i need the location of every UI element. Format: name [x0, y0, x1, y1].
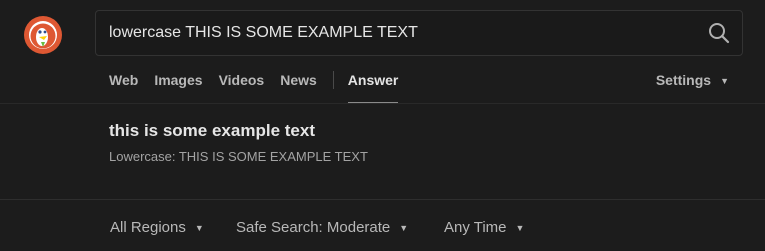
tab-videos[interactable]: Videos	[219, 70, 265, 102]
caret-down-icon: ▼	[515, 223, 525, 233]
search-tabs: Web Images Videos News Answer	[109, 70, 414, 103]
answer-subtitle: Lowercase: THIS IS SOME EXAMPLE TEXT	[109, 149, 368, 164]
time-filter[interactable]: Any Time ▼	[444, 219, 524, 236]
duck-logo-icon[interactable]	[23, 15, 63, 55]
region-filter[interactable]: All Regions ▼	[110, 219, 204, 236]
header: Web Images Videos News Answer Settings ▼	[0, 0, 765, 104]
tab-answer[interactable]: Answer	[347, 70, 399, 103]
tab-divider	[332, 71, 334, 89]
safe-search-filter[interactable]: Safe Search: Moderate ▼	[236, 219, 408, 236]
settings-dropdown[interactable]: Settings ▼	[656, 70, 729, 91]
caret-down-icon: ▼	[720, 76, 729, 86]
search-box	[95, 10, 743, 56]
tab-images[interactable]: Images	[154, 70, 202, 102]
filter-bar: All Regions ▼ Safe Search: Moderate ▼ Any …	[0, 199, 765, 251]
settings-label: Settings	[655, 72, 712, 88]
caret-down-icon: ▼	[194, 223, 204, 233]
search-icon[interactable]	[708, 22, 730, 44]
time-filter-label: Any Time	[444, 219, 507, 236]
region-filter-label: All Regions	[110, 219, 186, 236]
caret-down-icon: ▼	[399, 223, 409, 233]
tab-news[interactable]: News	[280, 70, 317, 102]
results-page: Web Images Videos News Answer Settings▼ …	[0, 0, 765, 251]
tab-web[interactable]: Web	[109, 70, 138, 102]
answer-title: this is some example text	[109, 121, 315, 140]
safe-search-label: Safe Search: Moderate	[236, 219, 391, 236]
search-input[interactable]	[109, 11, 689, 55]
